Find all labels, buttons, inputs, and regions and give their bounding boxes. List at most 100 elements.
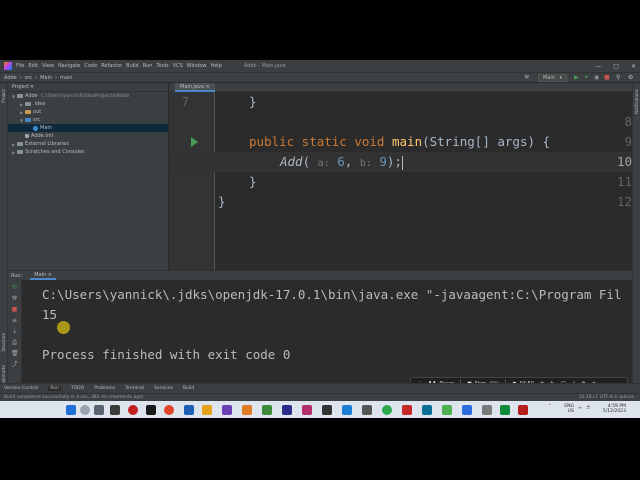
tree-item-root[interactable]: ▼ Adde C:\Users\yannick\IdeaProjects\Adde — [8, 92, 168, 100]
notifications-tool-tab[interactable]: Notifications — [634, 89, 639, 114]
start-menu-icon[interactable] — [66, 405, 76, 415]
menu-help[interactable]: Help — [210, 63, 221, 69]
breadcrumb-src[interactable]: src — [25, 75, 32, 81]
app-icon[interactable] — [462, 405, 472, 415]
status-message[interactable]: Build completed successfully in 4 sec, 3… — [4, 395, 144, 400]
run-gutter-icon[interactable] — [191, 137, 198, 147]
clock[interactable]: 4:59 PM 5/12/2023 — [596, 404, 626, 414]
tree-item-main[interactable]: Main — [8, 124, 168, 132]
tree-item-src[interactable]: ▼ src — [8, 116, 168, 124]
maximize-icon[interactable]: □ — [613, 63, 619, 70]
app-icon[interactable] — [184, 405, 194, 415]
code-editor[interactable]: 7 } 8 9 public static void main(String[]… — [169, 92, 632, 270]
app-icon[interactable] — [222, 405, 232, 415]
run-console[interactable]: C:\Users\yannick\.jdks\openjdk-17.0.1\bi… — [22, 280, 632, 383]
debug-icon[interactable]: ✴ — [584, 74, 589, 82]
print-icon[interactable]: ⎙ — [11, 339, 18, 346]
project-tool-tab[interactable]: Project — [1, 89, 6, 103]
status-bar: Build completed successfully in 4 sec, 3… — [0, 393, 640, 401]
tree-item-external-libraries[interactable]: ▶ External Libraries — [8, 140, 168, 148]
app-icon[interactable] — [128, 405, 138, 415]
app-icon[interactable] — [518, 405, 528, 415]
menu-code[interactable]: Code — [84, 63, 97, 69]
wifi-icon[interactable]: ≈ — [578, 406, 582, 411]
hammer-build-icon[interactable]: ⚒ — [524, 74, 529, 82]
folder-icon — [25, 110, 31, 114]
intellij-taskbar-icon[interactable] — [146, 405, 156, 415]
delete-icon[interactable]: 🗑 — [11, 350, 19, 357]
menu-navigate[interactable]: Navigate — [58, 63, 80, 69]
menu-edit[interactable]: Edit — [28, 63, 38, 69]
menu-file[interactable]: File — [16, 63, 24, 69]
search-everywhere-icon[interactable]: ⚲ — [616, 74, 620, 82]
app-icon[interactable] — [482, 405, 492, 415]
keyboard-language[interactable]: ENG US — [560, 404, 574, 414]
tool-terminal[interactable]: Terminal — [125, 386, 144, 391]
close-icon[interactable]: ✕ — [631, 63, 636, 70]
search-icon[interactable] — [80, 405, 90, 415]
app-icon[interactable] — [302, 405, 312, 415]
app-icon[interactable] — [422, 405, 432, 415]
tool-todo[interactable]: TODO — [71, 386, 84, 391]
minimize-icon[interactable]: — — [595, 63, 601, 70]
menu-vcs[interactable]: VCS — [173, 63, 183, 69]
rerun-icon[interactable]: ↻ — [11, 284, 18, 291]
tool-build[interactable]: Build — [183, 386, 194, 391]
app-icon[interactable] — [500, 405, 510, 415]
menu-refactor[interactable]: Refactor — [101, 63, 122, 69]
run-config-select[interactable]: Main ▾ — [538, 74, 568, 82]
stop-icon[interactable]: ■ — [604, 74, 610, 82]
left-tool-strip: Project Structure Bookmarks — [0, 83, 8, 387]
tool-version-control[interactable]: Version Control — [4, 386, 38, 391]
folder-icon — [25, 118, 31, 122]
tree-item-iml[interactable]: Adde.iml — [8, 132, 168, 140]
app-icon[interactable] — [442, 405, 452, 415]
menu-view[interactable]: View — [42, 63, 54, 69]
tree-item-label: Adde.iml — [31, 133, 53, 139]
menu-build[interactable]: Build — [126, 63, 139, 69]
app-icon[interactable] — [282, 405, 292, 415]
chrome-icon[interactable] — [164, 405, 174, 415]
breadcrumb-method[interactable]: main — [60, 75, 73, 81]
structure-tool-tab[interactable]: Structure — [1, 333, 6, 352]
app-icon[interactable] — [110, 405, 120, 415]
app-icon[interactable] — [342, 405, 352, 415]
scroll-to-end-icon[interactable]: ⇣ — [11, 328, 18, 335]
tool-problems[interactable]: Problems — [94, 386, 115, 391]
menu-tools[interactable]: Tools — [156, 63, 168, 69]
app-icon[interactable] — [322, 405, 332, 415]
app-icon[interactable] — [382, 405, 392, 415]
app-icon[interactable] — [262, 405, 272, 415]
run-icon[interactable]: ▶ — [574, 74, 579, 82]
tray-chevron-icon[interactable]: ⌃ — [548, 404, 552, 409]
tree-item-out[interactable]: ▶ out — [8, 108, 168, 116]
tree-item-scratches[interactable]: ▶ Scratches and Consoles — [8, 148, 168, 156]
window-controls: — □ ✕ — [595, 60, 636, 72]
project-panel-header[interactable]: Project ▾ — [8, 83, 168, 92]
wrench-icon[interactable]: ⚒ — [11, 295, 18, 302]
tree-item-idea[interactable]: ▶ .idea — [8, 100, 168, 108]
code-text: (String[] args) { — [422, 134, 551, 149]
tab-label: Main.java — [180, 84, 205, 90]
run-tab-main[interactable]: Main × — [30, 272, 56, 280]
app-icon[interactable] — [402, 405, 412, 415]
breadcrumb-project[interactable]: Adde — [4, 75, 17, 81]
menu-window[interactable]: Window — [187, 63, 207, 69]
window-title: Adde - Main.java — [243, 63, 286, 69]
settings-icon[interactable]: ⚙ — [628, 74, 633, 82]
coverage-icon[interactable]: ◉ — [594, 74, 599, 82]
stop-icon[interactable]: ■ — [11, 306, 18, 313]
app-icon[interactable] — [242, 405, 252, 415]
breadcrumb-class[interactable]: Main — [40, 75, 52, 81]
file-explorer-icon[interactable] — [202, 405, 212, 415]
pin-icon[interactable]: ⤴ — [11, 361, 18, 368]
volume-icon[interactable]: ♬ — [586, 406, 590, 411]
tool-services[interactable]: Services — [154, 386, 173, 391]
line-number: 10 — [616, 154, 632, 169]
tab-main-java[interactable]: Main.java × — [175, 83, 215, 92]
menu-run[interactable]: Run — [143, 63, 153, 69]
app-icon[interactable] — [362, 405, 372, 415]
soft-wrap-icon[interactable]: ≡ — [11, 317, 18, 324]
task-view-icon[interactable] — [94, 405, 104, 415]
tool-run[interactable]: Run — [48, 386, 61, 391]
